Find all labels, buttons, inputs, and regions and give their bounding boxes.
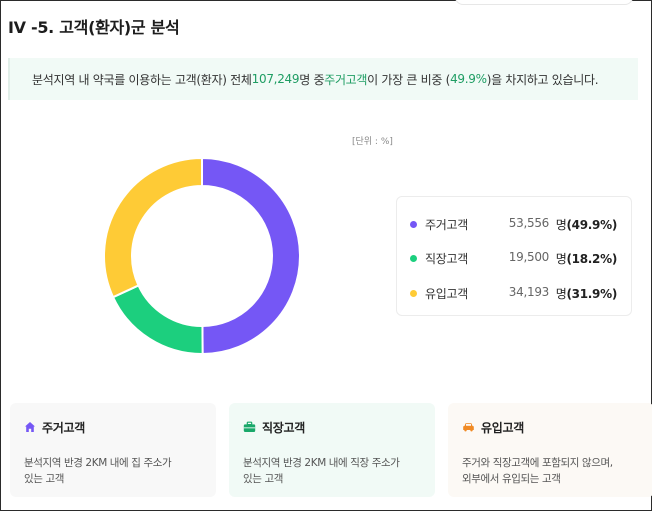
legend-dot-residential [410,221,417,228]
card-description: 분석지역 반경 2KM 내에 직장 주소가 있는 고객 [243,457,400,485]
legend-name: 주거고객 [425,218,468,232]
card-description: 분석지역 반경 2KM 내에 집 주소가 있는 고객 [24,457,172,485]
slice-residential [201,156,301,356]
summary-prefix: 분석지역 내 약국를 이용하는 고객(환자) 전체 [32,72,252,87]
legend-item-workplace: 직장고객 19,500 명(18.2%) [397,250,631,268]
summary-group: 주거고객 [324,72,368,87]
car-icon [463,423,474,432]
legend-percent: 명(31.9%) [555,287,618,301]
card-title: 유입고객 [462,419,640,435]
summary-share: 49.9% [450,72,487,86]
summary-total: 107,249 [251,72,300,86]
legend-count: 34,193 [508,285,550,299]
summary-middle-1: 명 중 [299,72,325,87]
unit-label: [단위 : %] [352,137,393,147]
card-residential: 주거고객 분석지역 반경 2KM 내에 집 주소가 있는 고객 [10,403,216,497]
summary-banner: 분석지역 내 약국를 이용하는 고객(환자) 전체 107,249 명 중 주거고… [8,58,638,100]
card-description: 주거와 직장고객에 포함되지 않으며, 외부에서 유입되는 고객 [462,457,613,485]
slice-workplace [111,284,204,355]
briefcase-icon [243,421,256,432]
legend-count: 53,556 [508,216,550,230]
summary-suffix: )을 차지하고 있습니다. [486,72,599,87]
legend-name: 직장고객 [425,252,468,266]
donut-chart [103,156,301,356]
card-title: 주거고객 [24,419,202,435]
legend-name: 유입고객 [425,287,468,301]
legend-percent: 명(18.2%) [555,252,618,266]
card-inflow: 유입고객 주거와 직장고객에 포함되지 않으며, 외부에서 유입되는 고객 [448,403,652,497]
card-workplace: 직장고객 분석지역 반경 2KM 내에 직장 주소가 있는 고객 [229,403,435,497]
card-title: 직장고객 [243,419,421,435]
home-icon [25,422,35,432]
legend-count: 19,500 [508,250,550,264]
legend-item-residential: 주거고객 53,556 명(49.9%) [397,216,631,234]
legend-item-inflow: 유입고객 34,193 명(31.9%) [397,285,631,303]
chart-legend: 주거고객 53,556 명(49.9%) 직장고객 19,500 명(18.2%… [396,196,632,316]
section-title: IV -5. 고객(환자)군 분석 [8,18,180,37]
legend-percent: 명(49.9%) [555,218,618,232]
legend-dot-workplace [410,255,417,262]
legend-dot-inflow [410,290,417,297]
top-tab-edge [455,0,633,5]
summary-middle-2: 이 가장 큰 비중 ( [367,72,451,87]
slice-inflow [103,156,203,299]
